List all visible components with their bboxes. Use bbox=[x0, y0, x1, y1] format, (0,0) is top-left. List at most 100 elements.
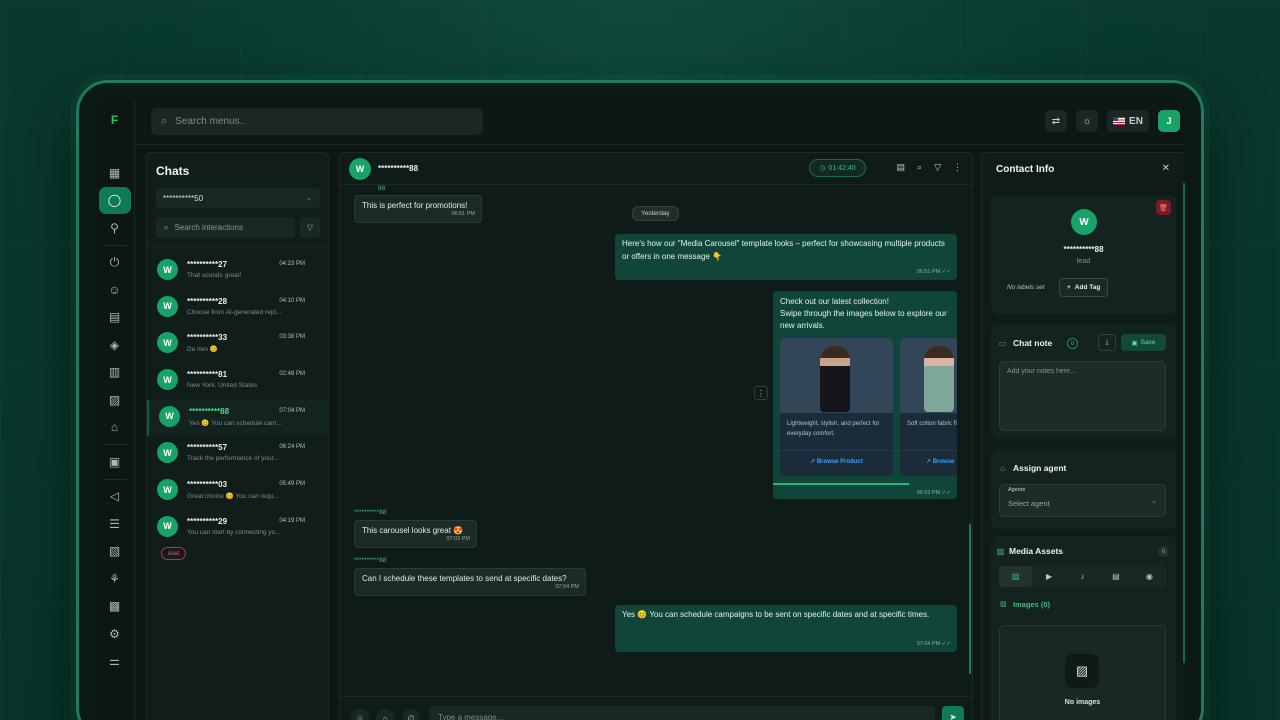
save-note-button[interactable]: ▣ Save bbox=[1121, 334, 1166, 351]
chat-avatar: W bbox=[159, 405, 180, 427]
clock-icon: ◷ bbox=[819, 165, 826, 172]
message-options-button[interactable]: ⋮ bbox=[754, 386, 768, 400]
chat-name: **********33 bbox=[187, 333, 228, 343]
download-note-button[interactable]: ⤓ bbox=[1098, 334, 1116, 351]
no-images-text: No images bbox=[1064, 699, 1101, 706]
browse-product-button[interactable]: ↗ Browse Product bbox=[780, 450, 893, 465]
rail-item-report[interactable]: ▧ bbox=[99, 538, 131, 566]
message-scrollbar[interactable] bbox=[969, 524, 971, 674]
session-timer-value: 01:42:40 bbox=[828, 164, 856, 172]
rail-item-book[interactable]: ▥ bbox=[99, 359, 131, 387]
conversation-header: W **********88 ◷ 01:42:40 ▤ ⌕ ▽ ⋮ bbox=[340, 153, 972, 185]
contact-info-panel: Contact Info ✕ W 🗑 **********88 lead No … bbox=[981, 152, 1185, 720]
card-description: Soft cotton fabric fit – perfect for da bbox=[907, 421, 957, 427]
message-input[interactable]: Type a message... bbox=[429, 706, 935, 720]
user-avatar[interactable]: J bbox=[1158, 110, 1180, 132]
rail-item-list[interactable]: ☰ bbox=[99, 510, 131, 538]
rail-item-bot[interactable]: ⌂ bbox=[99, 414, 131, 442]
chats-title: Chats bbox=[156, 164, 190, 178]
note-textarea[interactable]: Add your notes here... bbox=[999, 361, 1166, 431]
translate-button[interactable]: ⇄ bbox=[1045, 110, 1067, 132]
rail-item-flow[interactable]: ⚲ bbox=[99, 214, 131, 242]
chat-list-item[interactable]: W **********81 02:48 PM New York, United St… bbox=[147, 363, 328, 400]
carousel-scrollbar[interactable] bbox=[773, 483, 909, 485]
product-image bbox=[900, 338, 957, 413]
chat-list-item[interactable]: W **********03 05:49 PM Great choice 😊 You … bbox=[147, 473, 328, 510]
filter-icon[interactable]: ▽ bbox=[934, 162, 941, 173]
search-menus-placeholder: Search menus.. bbox=[175, 116, 246, 127]
search-icon: ⌕ bbox=[161, 115, 168, 127]
tab-videos[interactable]: ▶ bbox=[1032, 566, 1065, 587]
rail-item-billing[interactable]: ▣ bbox=[99, 448, 131, 476]
message-incoming: This carousel looks great 😍 07:03 PM bbox=[354, 520, 477, 548]
paperclip-icon: ∅ bbox=[407, 713, 415, 720]
browse-product-button[interactable]: ↗ Browse bbox=[900, 450, 957, 465]
attach-button[interactable]: ∅ bbox=[402, 709, 420, 720]
location-pin-icon: ◉ bbox=[1145, 572, 1153, 581]
account-select[interactable]: **********50 ⌄ bbox=[156, 188, 320, 208]
contact-avatar: W bbox=[1071, 209, 1097, 235]
chat-name: **********81 bbox=[187, 370, 228, 380]
message-outgoing: Yes 😊 You can schedule campaigns to be s… bbox=[615, 605, 957, 652]
rail-item-image[interactable]: ▨ bbox=[99, 386, 131, 414]
rail-item-dashboard[interactable]: ▦ bbox=[99, 159, 131, 187]
chat-avatar: W bbox=[157, 369, 178, 391]
add-tag-button[interactable]: + Add Tag bbox=[1059, 278, 1109, 297]
close-icon[interactable]: ✕ bbox=[1162, 163, 1170, 174]
billing-icon: ▣ bbox=[108, 454, 121, 469]
chat-preview: New York, United States bbox=[187, 382, 258, 390]
media-count-badge: 0 bbox=[1158, 546, 1169, 557]
search-menus-input[interactable]: ⌕ Search menus.. bbox=[151, 108, 483, 135]
search-icon[interactable]: ⌕ bbox=[917, 162, 922, 173]
webhook-icon: ⚘ bbox=[109, 571, 120, 586]
agent-select[interactable]: Agents Select agent ⌄ bbox=[999, 484, 1166, 517]
list-icon: ☰ bbox=[109, 516, 120, 531]
rail-item-id-card[interactable]: ▩ bbox=[99, 593, 131, 621]
tab-images[interactable]: ▨ bbox=[999, 566, 1033, 587]
rail-item-plug[interactable]: ⏻ bbox=[99, 249, 131, 277]
rail-item-gear[interactable]: ⚙ bbox=[99, 620, 131, 648]
save-label: Save bbox=[1140, 339, 1156, 346]
rail-item-tag[interactable]: ◈ bbox=[99, 331, 131, 359]
rail-item-webhook[interactable]: ⚘ bbox=[99, 565, 131, 593]
rail-item-toggle-settings[interactable]: ⚌ bbox=[99, 648, 131, 676]
chat-name: **********27 bbox=[187, 260, 228, 269]
more-vertical-icon[interactable]: ⋮ bbox=[953, 162, 962, 173]
search-interactions-input[interactable]: ⌕ Search interactions bbox=[156, 217, 295, 238]
chat-list-item[interactable]: W **********88 07:04 PM Yes 😊 You can sched… bbox=[147, 399, 328, 437]
no-labels-text: No labels set bbox=[1007, 284, 1045, 291]
lead-tag[interactable]: lead bbox=[161, 547, 187, 560]
date-divider: Yesterday bbox=[632, 206, 679, 221]
chevron-down-icon: ⌄ bbox=[306, 195, 312, 202]
chat-list-item[interactable]: W **********28 04:10 PM Choose from AI-gene… bbox=[147, 290, 328, 327]
theme-toggle-button[interactable]: ☼ bbox=[1076, 110, 1098, 132]
chat-list-item[interactable]: W **********33 03:38 PM De rien 😊 bbox=[147, 326, 328, 363]
contact-scrollbar[interactable] bbox=[1183, 183, 1185, 663]
product-image bbox=[780, 338, 893, 413]
delete-contact-button[interactable]: 🗑 bbox=[1156, 200, 1171, 215]
send-button[interactable]: ➤ bbox=[942, 706, 964, 720]
emoji-button[interactable]: ☺ bbox=[351, 709, 369, 720]
tab-audio[interactable]: ♪ bbox=[1066, 566, 1099, 587]
trash-icon: 🗑 bbox=[1159, 204, 1168, 212]
chat-list-item[interactable]: W **********57 06:24 PM Track the performan… bbox=[147, 436, 328, 473]
chat-list-item[interactable]: W **********29 04:19 PM You can start by co… bbox=[147, 510, 328, 547]
plus-icon: + bbox=[1067, 284, 1071, 291]
language-selector[interactable]: EN bbox=[1107, 110, 1149, 132]
rail-item-megaphone[interactable]: ◁ bbox=[99, 483, 131, 511]
template-icon[interactable]: ▤ bbox=[897, 162, 906, 173]
rail-item-chat[interactable]: ◯ bbox=[98, 186, 131, 214]
card-description: Lightweight, stylish, and perfect for ev… bbox=[787, 421, 880, 437]
tab-locations[interactable]: ◉ bbox=[1133, 566, 1166, 587]
filter-button[interactable]: ▽ bbox=[300, 217, 320, 238]
contact-avatar[interactable]: W bbox=[349, 158, 371, 180]
rail-item-contacts[interactable]: ☺ bbox=[99, 276, 131, 304]
rail-item-templates[interactable]: ▤ bbox=[99, 304, 131, 332]
tab-documents[interactable]: ▤ bbox=[1099, 566, 1132, 587]
chat-list-item[interactable]: W **********27 04:23 PM That sounds great! bbox=[147, 253, 328, 290]
message-text: Yes 😊 You can schedule campaigns to be s… bbox=[622, 610, 930, 619]
bot-button[interactable]: ⌂ bbox=[376, 709, 394, 720]
image-icon: ▨ bbox=[1000, 601, 1007, 608]
chat-note-title: Chat note bbox=[1013, 338, 1053, 348]
add-tag-label: Add Tag bbox=[1074, 284, 1101, 291]
